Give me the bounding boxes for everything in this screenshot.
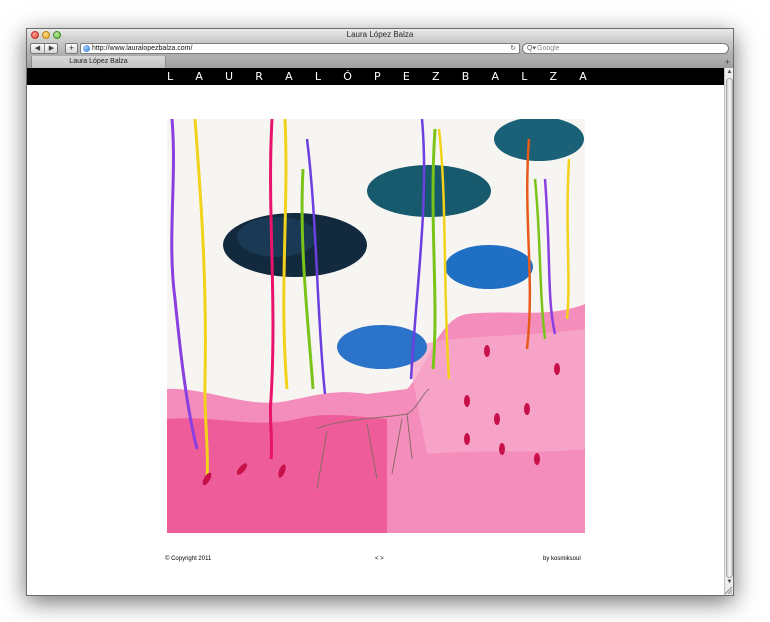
vertical-scrollbar[interactable]: ▲ ▼ — [724, 68, 733, 595]
site-title-letter: L — [167, 70, 174, 83]
site-title-letter: Z — [432, 70, 440, 83]
search-placeholder[interactable]: Google — [537, 44, 560, 53]
site-title-letter: E — [402, 70, 410, 83]
tab-bar: Laura López Balza + — [27, 56, 733, 68]
forward-icon[interactable]: ▶ — [45, 44, 58, 53]
site-title-letter: A — [285, 70, 293, 83]
browser-window: Laura López Balza ◀ ▶ + http://www.laura… — [26, 28, 734, 596]
scroll-thumb[interactable] — [726, 78, 733, 578]
site-title-letter: Z — [549, 70, 558, 83]
site-title[interactable]: LAURALÓPEZBALZA — [27, 68, 587, 85]
browser-toolbar: ◀ ▶ + http://www.lauralopezbalza.com/ ↻ … — [27, 42, 733, 56]
resize-grip-icon[interactable] — [723, 585, 733, 595]
copyright-text: © Copyright 2011 — [165, 556, 212, 562]
site-title-letter: U — [225, 70, 234, 83]
site-title-letter: A — [491, 70, 500, 83]
url-text[interactable]: http://www.lauralopezbalza.com/ — [92, 44, 192, 53]
address-bar[interactable]: http://www.lauralopezbalza.com/ ↻ — [80, 43, 520, 54]
tab-laura-lopez-balza[interactable]: Laura López Balza — [31, 56, 166, 68]
site-title-letter: B — [461, 70, 470, 83]
site-title-letter: A — [579, 70, 587, 83]
site-title-letter: P — [374, 70, 381, 83]
painting-image[interactable] — [167, 119, 585, 533]
back-forward-buttons: ◀ ▶ — [30, 43, 58, 54]
new-tab-icon[interactable]: + — [725, 56, 730, 68]
reload-icon[interactable]: ↻ — [510, 44, 516, 53]
site-title-letter: Ó — [343, 70, 352, 83]
site-title-letter: L — [521, 70, 528, 83]
site-title-letter: R — [255, 70, 263, 83]
gallery-nav-arrows[interactable]: < > — [375, 556, 384, 562]
scroll-up-icon[interactable]: ▲ — [725, 68, 733, 77]
globe-icon — [83, 45, 90, 52]
credit-link[interactable]: by kosmiksoul — [543, 556, 581, 562]
search-icon[interactable]: Q▾ — [527, 44, 536, 53]
search-field[interactable]: Q▾ Google — [522, 43, 729, 54]
title-bar: Laura López Balza — [27, 29, 733, 42]
site-title-letter: L — [314, 70, 321, 83]
window-title: Laura López Balza — [346, 30, 414, 39]
site-header-bar: LAURALÓPEZBALZA — [27, 68, 724, 85]
add-bookmark-button[interactable]: + — [65, 43, 78, 54]
page-content: LAURALÓPEZBALZA © Copyright 2011 < > by … — [27, 68, 724, 595]
site-title-letter: A — [195, 70, 203, 83]
back-icon[interactable]: ◀ — [31, 44, 45, 53]
